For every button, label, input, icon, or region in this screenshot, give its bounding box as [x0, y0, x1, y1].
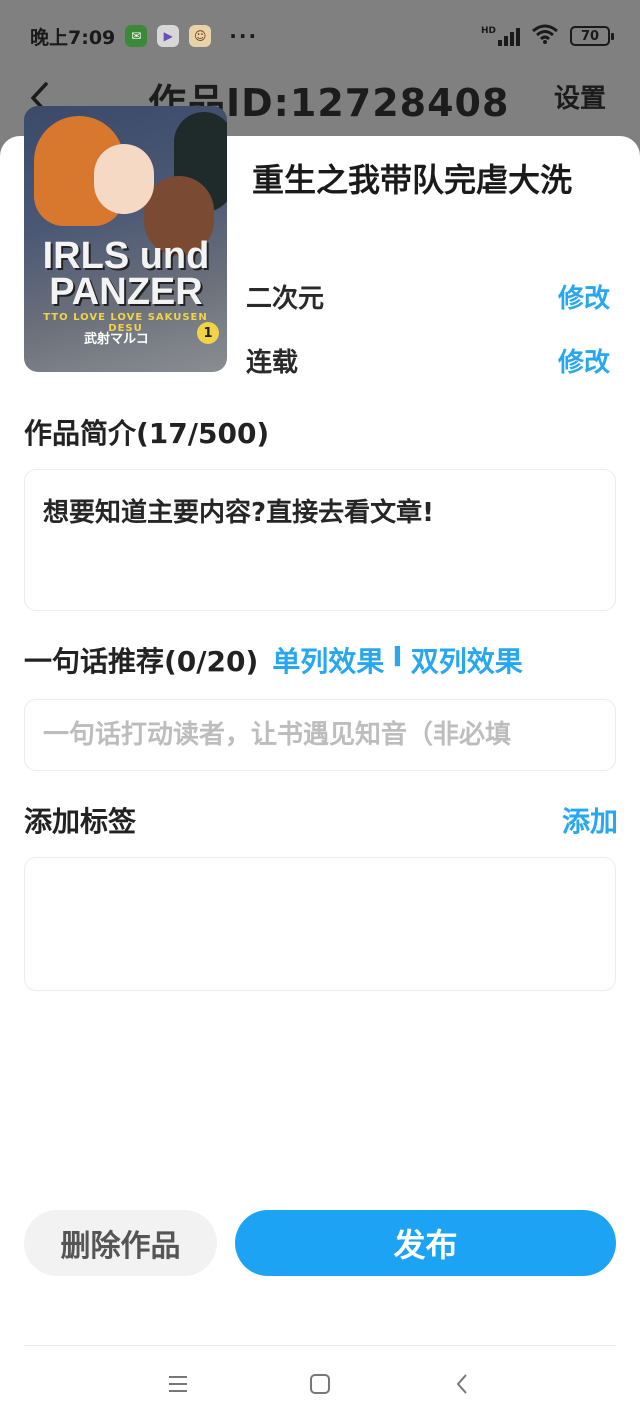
- wifi-icon: [532, 24, 558, 49]
- settings-button[interactable]: 设置: [554, 78, 606, 115]
- oneliner-input[interactable]: [25, 700, 615, 770]
- work-title: 重生之我带队完虐大洗: [252, 161, 573, 199]
- category-row: 二次元 修改: [246, 276, 616, 316]
- tags-heading-row: 添加标签 添加: [24, 800, 618, 840]
- cover-title: IRLS und PANZER: [42, 235, 210, 313]
- battery-icon: 70: [570, 26, 614, 46]
- delete-work-button[interactable]: 删除作品: [24, 1210, 217, 1276]
- cover-image[interactable]: IRLS und PANZER TTO LOVE LOVE SAKUSEN DE…: [24, 106, 227, 372]
- category-label: 二次元: [246, 283, 325, 314]
- video-app-icon: ▶: [157, 25, 180, 47]
- signal-icon: HD: [481, 26, 520, 46]
- system-back-icon[interactable]: [446, 1368, 478, 1400]
- divider: [24, 1345, 616, 1346]
- intro-heading-row: 作品简介(17/500): [24, 412, 618, 452]
- home-square-icon[interactable]: [304, 1368, 336, 1400]
- intro-text: 想要知道主要内容?直接去看文章!: [43, 498, 434, 528]
- add-tag-button[interactable]: 添加: [562, 800, 618, 840]
- status-bar: 晚上7:09 ✉ ▶ ☺ ··· HD 70: [0, 0, 640, 72]
- tags-box[interactable]: [24, 857, 616, 991]
- battery-level: 70: [580, 28, 600, 44]
- status-time: 晚上7:09: [30, 26, 116, 49]
- publish-button[interactable]: 发布: [235, 1210, 616, 1276]
- menu-icon[interactable]: [162, 1368, 194, 1400]
- oneliner-field[interactable]: [24, 699, 616, 771]
- bottom-action-bar: 删除作品 发布: [0, 1210, 640, 1280]
- double-column-mode-link[interactable]: 双列效果: [411, 640, 523, 680]
- edit-status-button[interactable]: 修改: [558, 342, 610, 379]
- edit-category-button[interactable]: 修改: [558, 278, 610, 315]
- status-left: 晚上7:09 ✉ ▶ ☺ ···: [30, 23, 258, 50]
- oneliner-heading-row: 一句话推荐(0/20) 单列效果 I 双列效果: [24, 640, 618, 680]
- wechat-icon: ✉: [125, 25, 148, 47]
- status-right: HD 70: [481, 24, 614, 49]
- hd-label: HD: [480, 26, 496, 36]
- mode-separator: I: [392, 640, 403, 673]
- status-row: 连载 修改: [246, 340, 616, 380]
- intro-heading: 作品简介(17/500): [24, 417, 270, 450]
- system-nav-bar: [0, 1358, 640, 1410]
- monkey-app-icon: ☺: [189, 25, 212, 47]
- more-notifications-icon: ···: [229, 24, 259, 48]
- tags-heading: 添加标签: [24, 805, 137, 838]
- oneliner-heading: 一句话推荐(0/20): [24, 645, 259, 678]
- layout-mode-links: 单列效果 I 双列效果: [272, 640, 522, 680]
- cover-volume-badge: 1: [197, 322, 219, 344]
- single-column-mode-link[interactable]: 单列效果: [272, 640, 384, 680]
- serial-status-label: 连载: [246, 347, 299, 378]
- cover-author: 武射マルコ: [84, 332, 149, 347]
- intro-textarea[interactable]: 想要知道主要内容?直接去看文章!: [24, 469, 616, 611]
